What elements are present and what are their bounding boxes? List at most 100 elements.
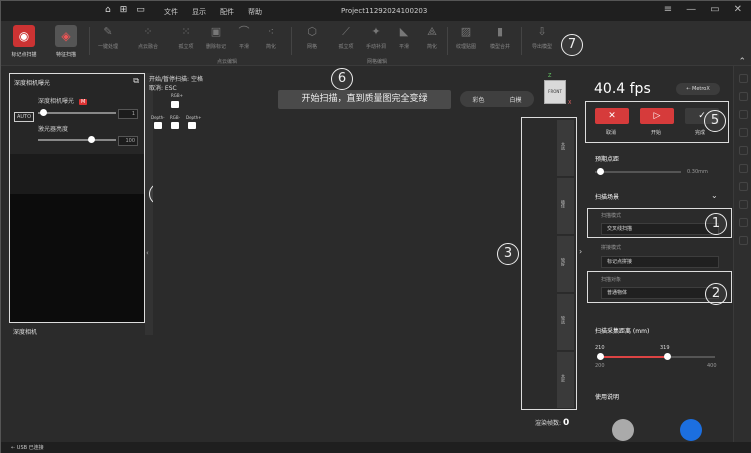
tool-export[interactable]: ⇩ 导出模型 <box>527 25 557 50</box>
scan-range-fill <box>599 356 667 358</box>
rail-icon[interactable] <box>738 182 748 191</box>
tool-pc-smooth[interactable]: ⌒ 平滑 <box>229 25 259 50</box>
maximize-icon[interactable]: ▭ <box>710 4 719 15</box>
marker-scan-button[interactable]: ◉ 标记点扫描 <box>7 25 41 58</box>
x-icon: ✕ <box>608 111 616 121</box>
tool-mesh-smooth[interactable]: ◣ 平滑 <box>389 25 419 50</box>
marker-scan-icon: ◉ <box>13 25 35 47</box>
range-low-thumb[interactable] <box>597 353 604 360</box>
cancel-label: 取消 <box>606 130 617 136</box>
annotation-2: 2 <box>705 283 727 305</box>
rail-icon[interactable] <box>738 110 748 119</box>
popout-icon[interactable]: ⧉ <box>133 76 139 86</box>
color-mode-option[interactable]: 彩色 <box>472 95 484 104</box>
key-depth-plus-label: Depth+ <box>186 115 202 120</box>
usage-thumbnail-skull[interactable] <box>612 419 634 441</box>
rail-icon[interactable] <box>738 236 748 245</box>
mesh-simplify-icon: ⟁ <box>427 25 437 38</box>
rail-icon[interactable] <box>738 164 748 173</box>
rail-icon[interactable] <box>738 200 748 209</box>
annotation-1: 1 <box>705 213 727 235</box>
depth-camera-label: 深度相机 <box>13 329 38 336</box>
manual-mode-badge[interactable]: M <box>78 99 88 105</box>
menu-icon[interactable]: ≡ <box>664 4 672 15</box>
usb-status: USB 已连接 <box>16 445 44 451</box>
exposure-stepper[interactable]: 1 <box>118 109 138 119</box>
scan-object-select[interactable]: 普通物体 <box>601 287 719 299</box>
right-panel-toggle[interactable]: › <box>579 247 582 256</box>
axis-x-label: X <box>568 100 572 106</box>
laser-stepper[interactable]: 100 <box>118 136 138 146</box>
exposure-slider-thumb[interactable] <box>40 109 47 116</box>
smooth-icon: ⌒ <box>238 25 250 38</box>
rail-icon[interactable] <box>738 128 748 137</box>
tool-mesh[interactable]: ⬡ 网格 <box>297 25 327 50</box>
metrox-button[interactable]: ⇠ MetroX <box>676 83 720 95</box>
toolbar-divider <box>291 27 292 55</box>
scan-mode-label: 扫描模式 <box>601 213 622 219</box>
point-distance-thumb[interactable] <box>597 168 604 175</box>
key-rgb-plus-label: RGB+ <box>171 93 183 98</box>
tool-one-click[interactable]: ✎ 一键处理 <box>93 25 123 50</box>
folder-icon[interactable]: ▭ <box>136 5 145 15</box>
new-file-icon[interactable]: ⊞ <box>120 5 128 15</box>
render-count-label: 渲染帧数: <box>535 420 562 427</box>
distance-too-far: 太远 <box>557 120 574 177</box>
menu-help[interactable]: 帮助 <box>248 7 262 17</box>
quick-icons: ⌂ ⊞ ▭ <box>105 5 145 15</box>
tool-merge[interactable]: ▮ 模型合并 <box>485 25 515 50</box>
fps-readout: 40.4 fps <box>594 81 651 97</box>
auto-toggle[interactable]: AUTO <box>14 112 34 122</box>
usb-icon: ⇠ <box>11 445 16 451</box>
fuse-icon: ⁘ <box>143 25 153 38</box>
home-icon[interactable]: ⌂ <box>105 5 111 15</box>
annotation-6: 6 <box>331 68 353 90</box>
start-button[interactable]: ▷ <box>640 108 674 124</box>
scan-hint-banner: 开始扫描，直到质量图完全变绿 <box>278 90 451 109</box>
window-controls: ≡ — ▭ ✕ <box>664 4 742 15</box>
rail-icon[interactable] <box>738 74 748 83</box>
cancel-button[interactable]: ✕ <box>595 108 629 124</box>
start-label: 开始 <box>651 130 662 136</box>
view-cube[interactable]: FRONT <box>544 80 566 104</box>
tool-mesh-isolate[interactable]: ⟋ 孤立项 <box>331 25 361 50</box>
right-icon-rail <box>733 66 751 446</box>
rail-icon[interactable] <box>738 146 748 155</box>
close-icon[interactable]: ✕ <box>734 4 742 15</box>
tool-pc-isolate[interactable]: ⁙ 孤立项 <box>171 25 201 50</box>
texture-icon: ▨ <box>460 25 472 38</box>
menu-file[interactable]: 文件 <box>164 7 178 17</box>
scan-mode-select[interactable]: 交叉线扫描 <box>601 223 719 235</box>
white-mode-option[interactable]: 白模 <box>509 95 521 104</box>
tool-fill-holes[interactable]: ✦ 手动补洞 <box>361 25 391 50</box>
tool-pointcloud-fuse[interactable]: ⁘ 点云融合 <box>133 25 163 50</box>
laser-slider-thumb[interactable] <box>88 136 95 143</box>
range-high-thumb[interactable] <box>664 353 671 360</box>
left-panel-collapse[interactable]: ‹ <box>145 73 153 335</box>
mesh-icon: ⬡ <box>307 25 317 38</box>
exposure-slider[interactable] <box>38 112 116 114</box>
key-depth-minus-label: Depth- <box>151 115 165 120</box>
tool-delete-marker[interactable]: ▣ 删除标记 <box>201 25 231 50</box>
menu-accessory[interactable]: 配件 <box>220 7 234 17</box>
tool-pc-simplify[interactable]: ⁖ 简化 <box>256 25 286 50</box>
align-mode-select[interactable]: 标记点拼接 <box>601 256 719 268</box>
export-icon: ⇩ <box>537 25 547 38</box>
render-mode-toggle[interactable]: 彩色 白模 <box>460 91 534 107</box>
point-distance-slider[interactable] <box>595 171 681 173</box>
minimize-icon[interactable]: — <box>686 4 696 15</box>
rail-icon[interactable] <box>738 218 748 227</box>
chevron-down-icon[interactable]: ⌄ <box>711 191 718 200</box>
menu-view[interactable]: 显示 <box>192 7 206 17</box>
toolbar-divider <box>447 27 448 55</box>
tool-mesh-simplify[interactable]: ⟁ 简化 <box>417 25 447 50</box>
feature-scan-button[interactable]: ◈ 特征扫描 <box>49 25 83 58</box>
tool-texture[interactable]: ▨ 纹理贴图 <box>451 25 481 50</box>
rail-icon[interactable] <box>738 92 748 101</box>
shortcut-space: 开始/暂停扫描: 空格 <box>149 76 203 83</box>
laser-slider[interactable] <box>38 139 116 141</box>
point-distance-value[interactable]: 0.30mm <box>687 169 708 175</box>
usage-thumbnail-blue[interactable] <box>680 419 702 441</box>
annotation-7: 7 <box>561 34 583 56</box>
marker-icon: ▣ <box>210 25 222 38</box>
